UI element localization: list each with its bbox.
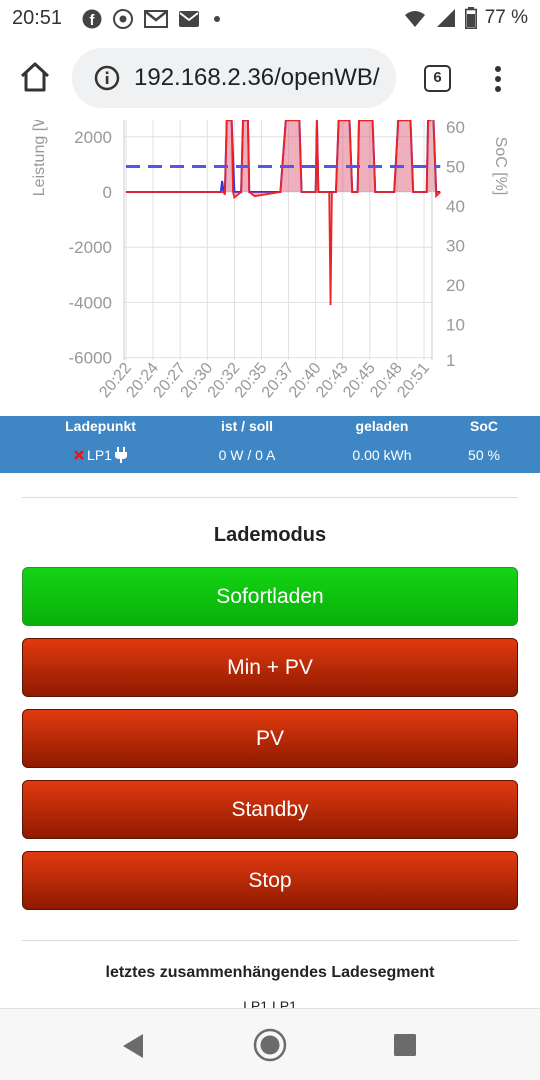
ladepunkt-status-bar: Ladepunkt ist / soll geladen SoC LP1 0 W… xyxy=(0,416,540,473)
home-nav-icon[interactable] xyxy=(253,1028,287,1062)
pv-button[interactable]: PV xyxy=(22,709,518,768)
y2-tick-label: 40 xyxy=(446,197,465,216)
stop-button[interactable]: Stop xyxy=(22,851,518,910)
power-chart-svg: 20000-2000-4000-6000605040302010120:2220… xyxy=(31,120,509,401)
tab-switcher-button[interactable]: 6 xyxy=(424,65,451,92)
battery-level: 77 % xyxy=(484,7,528,28)
menu-dots-icon[interactable] xyxy=(490,65,506,93)
y2-tick-label: 60 xyxy=(446,120,465,137)
chart-series xyxy=(126,120,441,306)
y2-tick-label: 50 xyxy=(446,157,465,176)
address-bar[interactable]: 192.168.2.36/openWB/ xyxy=(72,48,396,108)
series-line-red xyxy=(126,120,441,306)
y-tick-label: -6000 xyxy=(69,349,112,368)
standby-button[interactable]: Standby xyxy=(22,780,518,839)
y2-tick-label: 1 xyxy=(446,351,455,370)
y-tick-label: 2000 xyxy=(74,128,112,147)
android-nav-bar xyxy=(0,1008,540,1080)
recents-icon[interactable] xyxy=(394,1034,416,1056)
power-chart: 2000 0 -2000 -4000 -6000 60 50 40 30 20 10 1 20:22 20… xyxy=(0,120,540,416)
browser-toolbar: 192.168.2.36/openWB/ 6 xyxy=(0,38,540,120)
header-ist-soll: ist / soll xyxy=(220,418,274,434)
notification-icons: f xyxy=(82,9,224,29)
signal-icon xyxy=(436,9,455,27)
gallery-icon xyxy=(113,9,133,29)
ladesegment-title: letztes zusammenhängendes Ladesegment xyxy=(105,964,435,981)
header-geladen: geladen xyxy=(355,418,409,434)
divider-top xyxy=(22,497,518,498)
header-soc: SoC xyxy=(470,418,498,434)
divider-bottom xyxy=(22,940,518,941)
wifi-icon xyxy=(404,11,425,27)
mail-icon xyxy=(179,11,199,27)
battery-icon xyxy=(464,7,477,29)
y-tick-label: -2000 xyxy=(69,238,112,257)
back-icon[interactable] xyxy=(121,1033,145,1059)
chart-axes: 20000-2000-4000-6000605040302010120:2220… xyxy=(31,120,509,401)
dot-icon xyxy=(214,16,220,22)
y2-tick-label: 30 xyxy=(446,236,465,255)
status-time: 20:51 xyxy=(12,7,63,29)
y2-tick-label: 10 xyxy=(446,315,465,334)
sofortladen-button[interactable]: Sofortladen xyxy=(22,567,518,626)
system-icons: 77 % xyxy=(403,7,528,29)
lp1-cell[interactable]: LP1 xyxy=(28,447,173,463)
url-text[interactable]: 192.168.2.36/openWB/ xyxy=(134,64,380,92)
close-icon xyxy=(74,450,84,460)
soc-value: 50 % xyxy=(468,447,500,463)
header-ladepunkt: Ladepunkt xyxy=(65,418,136,434)
gmail-icon xyxy=(144,10,168,28)
geladen-value: 0.00 kWh xyxy=(352,447,412,463)
status-bar: 20:51 f 77 % xyxy=(0,0,540,38)
home-icon[interactable] xyxy=(18,60,52,94)
min-pv-button[interactable]: Min + PV xyxy=(22,638,518,697)
y-tick-label: 0 xyxy=(103,183,112,202)
y-axis-title: Leistung [W xyxy=(31,120,48,196)
chart-grid xyxy=(124,120,432,360)
y2-tick-label: 20 xyxy=(446,276,465,295)
ist-soll-value: 0 W / 0 A xyxy=(218,447,276,463)
plug-icon xyxy=(114,447,127,463)
lademodus-title: Lademodus xyxy=(213,524,327,546)
y-tick-label: -4000 xyxy=(69,293,112,312)
y2-axis-title: SoC [%] xyxy=(492,137,509,196)
lp-name: LP1 xyxy=(87,447,112,463)
info-icon[interactable] xyxy=(94,65,120,91)
facebook-icon: f xyxy=(82,9,102,29)
